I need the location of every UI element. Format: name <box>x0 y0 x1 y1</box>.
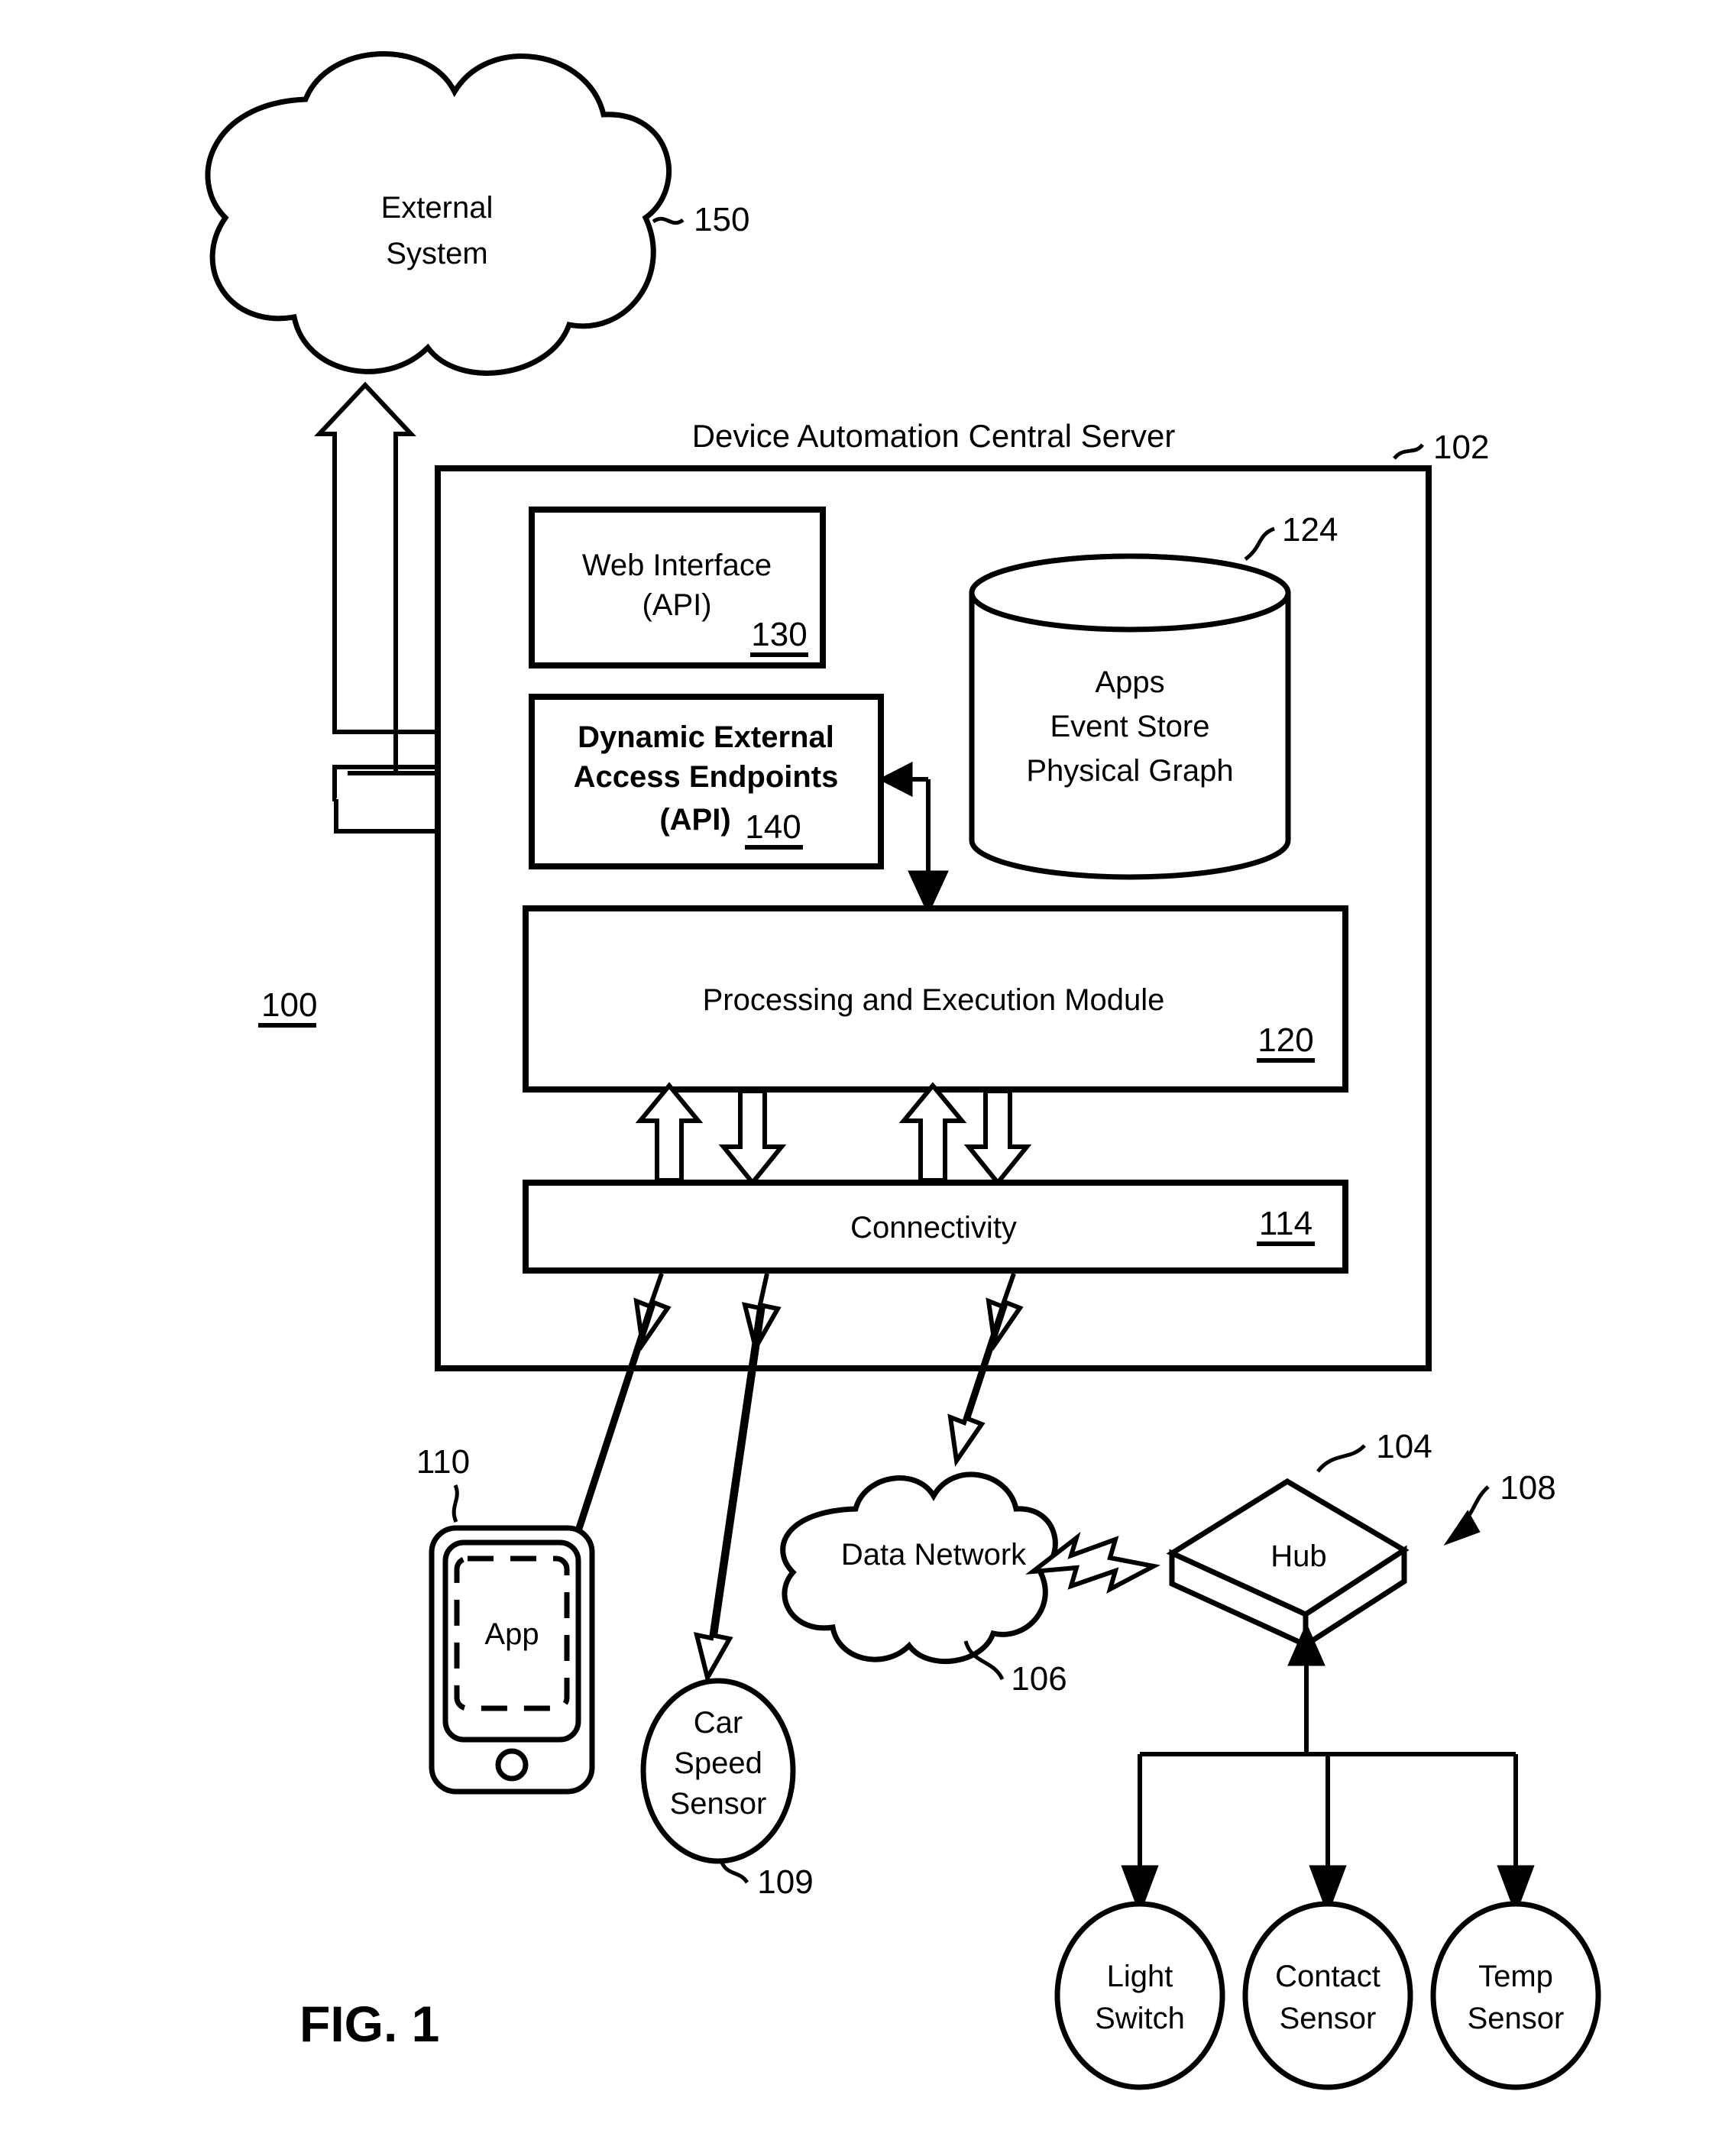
patent-figure-page: External System 150 Device Automation Ce… <box>0 0 1722 2156</box>
phone-device: App 110 <box>416 1443 595 1795</box>
hub-device: Hub 104 <box>1166 1428 1432 1650</box>
datastore-line2: Event Store <box>1050 710 1209 743</box>
ref-120: 120 <box>1258 1021 1313 1059</box>
server-title: Device Automation Central Server <box>692 418 1176 454</box>
web-interface-line1: Web Interface <box>582 549 772 582</box>
ref-130: 130 <box>751 616 807 653</box>
figure-caption: FIG. 1 <box>299 1996 439 2052</box>
car-sensor-line2: Speed <box>674 1746 762 1780</box>
ref-102: 102 <box>1433 429 1489 466</box>
leader-110 <box>452 1484 459 1523</box>
car-sensor-line1: Car <box>694 1706 743 1740</box>
contact-sensor-node: Contact Sensor <box>1242 1901 1413 2090</box>
connectivity-box: Connectivity 114 <box>523 1180 1348 1274</box>
car-speed-sensor-node: Car Speed Sensor 109 <box>640 1678 814 1901</box>
hub-label: Hub <box>1270 1539 1326 1573</box>
ref-100: 100 <box>261 986 317 1024</box>
ref-109: 109 <box>757 1863 813 1901</box>
external-system-line2: System <box>386 237 487 270</box>
contact-sensor-line2: Sensor <box>1280 2002 1377 2035</box>
datastore-line3: Physical Graph <box>1026 754 1233 788</box>
home-button-icon <box>495 1748 529 1782</box>
ref-150: 150 <box>694 201 749 238</box>
temp-sensor-line2: Sensor <box>1468 2002 1565 2035</box>
ref-140: 140 <box>745 808 801 846</box>
light-switch-line2: Switch <box>1095 2002 1185 2035</box>
external-system-line1: External <box>381 191 494 225</box>
endpoints-line3: (API) <box>659 803 730 837</box>
light-switch-line1: Light <box>1107 1960 1173 1993</box>
leader-102 <box>1393 443 1425 460</box>
contact-sensor-line1: Contact <box>1275 1960 1381 1993</box>
dynamic-external-access-endpoints-box: Dynamic External Access Endpoints (API) … <box>529 694 884 869</box>
leader-109 <box>719 1860 749 1884</box>
processing-execution-module-box: Processing and Execution Module 120 <box>523 905 1348 1093</box>
data-network-label: Data Network <box>841 1538 1027 1572</box>
connectivity-label: Connectivity <box>850 1211 1017 1245</box>
endpoints-line1: Dynamic External <box>578 720 834 754</box>
ref-108: 108 <box>1500 1469 1555 1507</box>
ref-114: 114 <box>1259 1205 1313 1242</box>
leader-150 <box>652 216 685 225</box>
ref-124: 124 <box>1282 511 1338 549</box>
ref-110: 110 <box>416 1443 470 1481</box>
temp-sensor-node: Temp Sensor <box>1430 1901 1601 2090</box>
ref-106: 106 <box>1011 1660 1067 1698</box>
car-sensor-line3: Sensor <box>670 1787 767 1821</box>
temp-sensor-line1: Temp <box>1478 1960 1553 1993</box>
data-network-cloud: Data Network 106 <box>780 1471 1067 1698</box>
external-system-cloud: External System 150 <box>205 51 749 376</box>
app-label: App <box>484 1617 539 1651</box>
leader-104 <box>1316 1444 1366 1473</box>
system-ref-group: 100 <box>258 986 317 1028</box>
endpoints-line2: Access Endpoints <box>574 760 839 794</box>
web-interface-line2: (API) <box>642 588 711 622</box>
processing-label: Processing and Execution Module <box>703 983 1165 1017</box>
ref-104: 104 <box>1376 1428 1432 1465</box>
web-interface-box: Web Interface (API) 130 <box>529 507 826 668</box>
arrowhead-group-108 <box>1443 1510 1481 1546</box>
light-switch-node: Light Switch <box>1054 1901 1225 2090</box>
datastore-line1: Apps <box>1095 665 1164 699</box>
